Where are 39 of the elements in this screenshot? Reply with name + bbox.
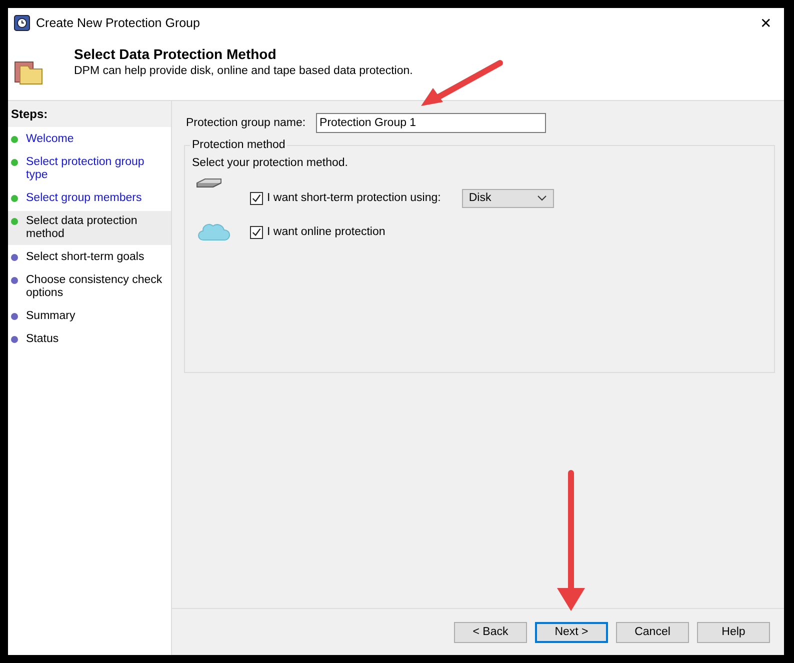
steps-heading: Steps: xyxy=(8,101,171,127)
storage-dropdown[interactable]: Disk xyxy=(462,188,554,208)
checkbox[interactable] xyxy=(250,192,263,204)
close-button[interactable]: ✕ xyxy=(754,13,778,33)
cloud-icon xyxy=(198,223,230,241)
wizard-button[interactable]: Cancel xyxy=(616,622,689,642)
window-title: Create New Protection Group xyxy=(36,16,201,30)
step-item[interactable]: Select protection group type xyxy=(8,152,171,186)
status-dot-icon xyxy=(11,336,18,343)
status-dot-icon xyxy=(11,136,18,143)
step-item[interactable]: Summary xyxy=(8,306,171,327)
status-dot-icon xyxy=(11,218,18,225)
wizard-button[interactable]: < Back xyxy=(454,622,527,642)
checkbox-label: I want short-term protection using: xyxy=(267,192,441,204)
field-label: Protection group name: xyxy=(186,117,306,129)
status-dot-icon xyxy=(11,254,18,261)
wizard-button[interactable]: Next > xyxy=(535,622,608,642)
app-icon xyxy=(14,15,30,31)
status-dot-icon xyxy=(11,313,18,320)
wizard-button[interactable]: Help xyxy=(697,622,770,642)
status-dot-icon xyxy=(11,159,18,166)
step-item[interactable]: Status xyxy=(8,329,171,350)
step-item[interactable]: Welcome xyxy=(8,129,171,150)
page-subtitle: DPM can help provide disk, online and tape based data protection. xyxy=(74,65,413,77)
option-checkbox[interactable]: I want short-term protection using: xyxy=(250,192,441,204)
status-dot-icon xyxy=(11,195,18,202)
option-checkbox[interactable]: I want online protection xyxy=(250,226,386,238)
status-dot-icon xyxy=(11,277,18,284)
checkbox-label: I want online protection xyxy=(267,226,386,238)
group-legend: Protection method xyxy=(190,139,288,151)
step-item[interactable]: Select group members xyxy=(8,188,171,209)
step-item[interactable]: Choose consistency check options xyxy=(8,270,171,304)
group-name-field[interactable]: Protection Group 1 xyxy=(316,113,546,133)
step-item[interactable]: Select data protection method xyxy=(8,211,171,245)
checkbox[interactable] xyxy=(250,226,263,238)
step-item[interactable]: Select short-term goals xyxy=(8,247,171,268)
chevron-down-icon xyxy=(536,195,547,201)
page-title: Select Data Protection Method xyxy=(74,46,278,62)
prompt-text: Select your protection method. xyxy=(192,157,349,169)
